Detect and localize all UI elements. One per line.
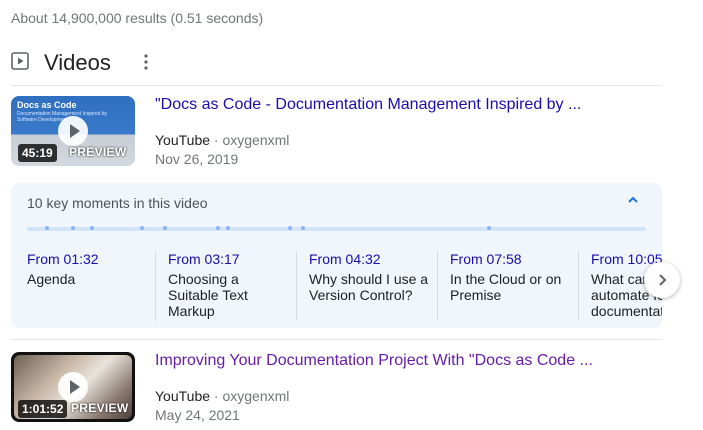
key-moment-label: In the Cloud or on Premise (450, 271, 562, 303)
timeline-tick (288, 226, 292, 230)
preview-label: PREVIEW (69, 145, 127, 159)
key-moment-time: From 01:32 (27, 251, 99, 267)
videos-section-title: Videos (44, 50, 111, 75)
video-channel: · oxygenxml (213, 388, 290, 404)
play-box-icon (11, 52, 29, 70)
next-moments-button[interactable] (644, 262, 680, 298)
video-source-site: YouTube (155, 132, 211, 148)
key-moment[interactable]: From 04:32 Why should I use a Version Co… (296, 251, 439, 321)
divider (11, 339, 662, 340)
video-title-link[interactable]: "Docs as Code - Documentation Management… (155, 96, 581, 114)
chevron-right-icon (659, 274, 667, 286)
divider (11, 85, 662, 86)
key-moment-label: Agenda (27, 271, 76, 287)
timeline-tick (90, 226, 94, 230)
video-result: Docs as Code Documentation Management In… (11, 96, 662, 170)
key-moment[interactable]: From 07:58 In the Cloud or on Premise (437, 251, 580, 321)
timeline-tick (163, 226, 167, 230)
video-date: Nov 26, 2019 (155, 151, 239, 167)
videos-section-header: Videos (11, 46, 661, 84)
chevron-up-icon[interactable] (626, 193, 640, 207)
timeline-tick (140, 226, 144, 230)
video-thumbnail[interactable]: Docs as Code Documentation Management In… (11, 96, 135, 166)
video-duration: 1:01:52 (18, 400, 68, 418)
key-moment[interactable]: From 03:17 Choosing a Suitable Text Mark… (155, 251, 298, 321)
key-moment-label: Why should I use a Version Control? (309, 271, 429, 303)
more-vert-icon[interactable] (139, 53, 153, 71)
preview-label: PREVIEW (71, 401, 129, 415)
video-result: 1:01:52 PREVIEW Improving Your Documenta… (11, 352, 662, 426)
key-moment-time: From 03:17 (168, 251, 240, 267)
video-thumbnail[interactable]: 1:01:52 PREVIEW (11, 352, 135, 422)
timeline-tick (216, 226, 220, 230)
video-duration: 45:19 (18, 144, 57, 162)
key-moment-time: From 04:32 (309, 251, 381, 267)
play-icon (58, 372, 88, 402)
timeline-tick (487, 226, 491, 230)
video-title-link[interactable]: Improving Your Documentation Project Wit… (155, 352, 593, 370)
video-channel: · oxygenxml (213, 132, 290, 148)
key-moments-panel: 10 key moments in this video From 01:32 … (11, 183, 662, 328)
timeline-tick (45, 226, 49, 230)
video-date: May 24, 2021 (155, 407, 240, 423)
key-moment-label: Choosing a Suitable Text Markup (168, 271, 248, 319)
timeline-tick (71, 226, 75, 230)
video-source: YouTube · oxygenxml (155, 132, 289, 148)
video-source: YouTube · oxygenxml (155, 388, 289, 404)
key-moment-time: From 07:58 (450, 251, 522, 267)
key-moments-title: 10 key moments in this video (27, 195, 208, 211)
timeline-tick (226, 226, 230, 230)
play-icon (58, 116, 88, 146)
timeline-tick (301, 226, 305, 230)
moments-timeline[interactable] (27, 227, 646, 231)
video-source-site: YouTube (155, 388, 211, 404)
results-stats: About 14,900,000 results (0.51 seconds) (11, 10, 264, 26)
key-moment[interactable]: From 01:32 Agenda (27, 251, 157, 321)
thumbnail-title: Docs as Code (17, 100, 77, 110)
